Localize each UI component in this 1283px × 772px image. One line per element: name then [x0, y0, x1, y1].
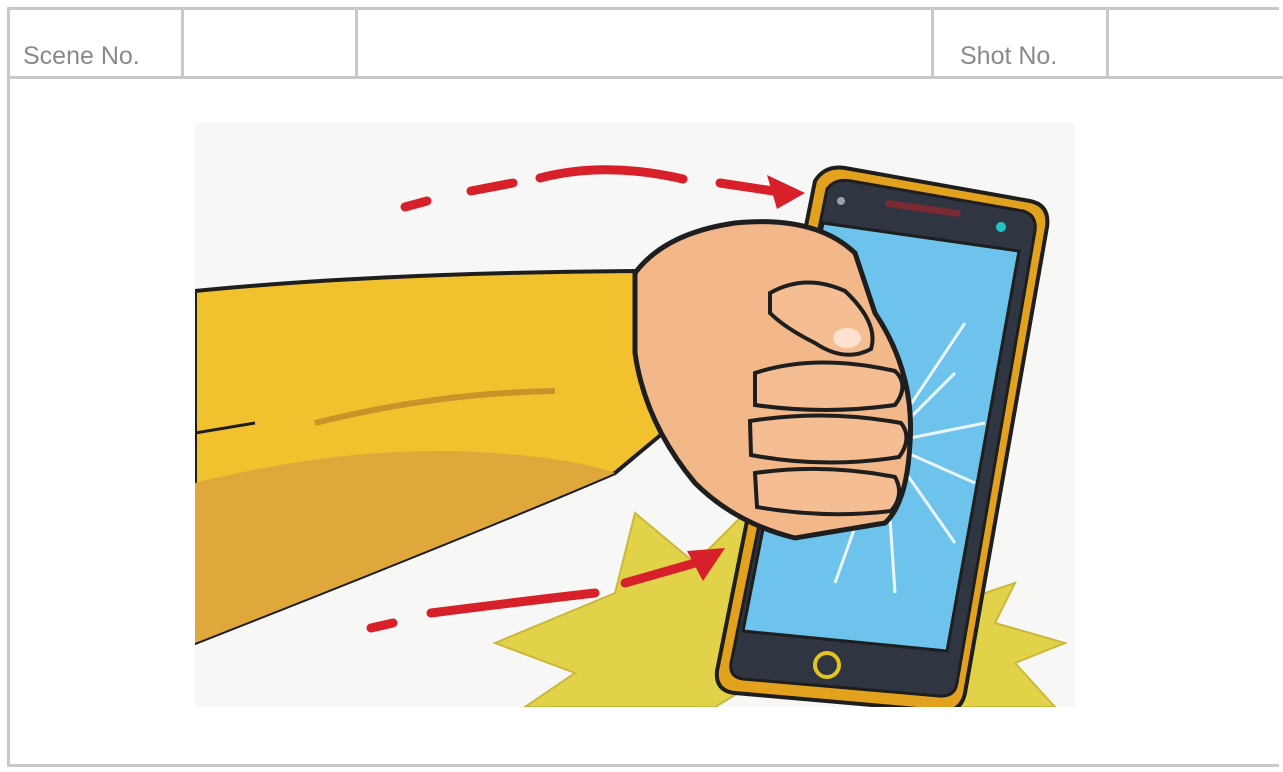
- shot-label-divider: [931, 7, 934, 79]
- shot-number-field[interactable]: [1109, 10, 1279, 76]
- phone-sensor: [996, 222, 1006, 232]
- shot-number-label: Shot No.: [960, 42, 1058, 70]
- panel-illustration: [193, 123, 1075, 714]
- finger-1: [753, 360, 905, 412]
- finger-2: [747, 413, 909, 465]
- scene-number-label: Scene No.: [23, 42, 140, 70]
- finger-3: [752, 466, 902, 517]
- fist-punching-phone-illustration: [193, 123, 1075, 714]
- scene-number-field[interactable]: [184, 10, 355, 76]
- header-divider: [7, 76, 1283, 79]
- phone-camera: [837, 197, 845, 205]
- arrow-top-dash-1: [400, 196, 432, 212]
- arrow-bottom-dash-1: [366, 618, 398, 633]
- scene-value-divider: [355, 7, 358, 79]
- thumbnail: [833, 328, 861, 348]
